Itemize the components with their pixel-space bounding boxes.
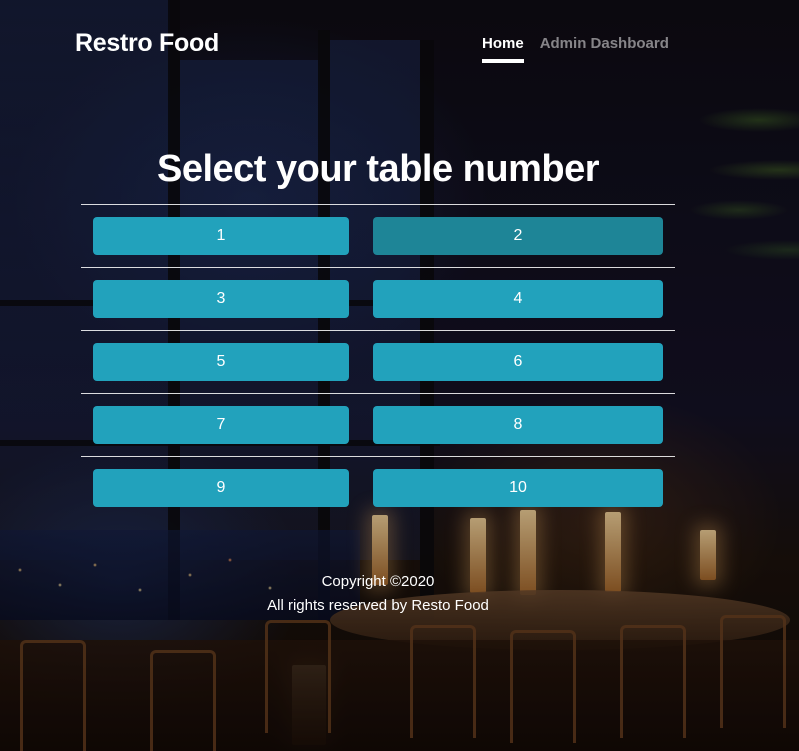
table-button-5[interactable]: 5 (93, 343, 349, 381)
table-button-10[interactable]: 10 (373, 469, 663, 507)
footer-rights: All rights reserved by Resto Food (267, 597, 489, 614)
table-selection-grid: 1 2 3 4 5 6 7 8 9 10 (81, 204, 675, 519)
table-row: 5 6 (81, 330, 675, 393)
table-button-4[interactable]: 4 (373, 280, 663, 318)
table-button-9[interactable]: 9 (93, 469, 349, 507)
table-button-2[interactable]: 2 (373, 217, 663, 255)
main-nav: Home Admin Dashboard (482, 35, 669, 63)
table-row: 3 4 (81, 267, 675, 330)
table-button-7[interactable]: 7 (93, 406, 349, 444)
table-button-1[interactable]: 1 (93, 217, 349, 255)
nav-link-admin-dashboard[interactable]: Admin Dashboard (540, 35, 669, 63)
table-button-8[interactable]: 8 (373, 406, 663, 444)
table-row: 7 8 (81, 393, 675, 456)
nav-link-home[interactable]: Home (482, 35, 524, 63)
navbar: Restro Food Home Admin Dashboard (0, 0, 799, 90)
footer: Copyright ©2020 All rights reserved by R… (178, 570, 578, 618)
table-button-3[interactable]: 3 (93, 280, 349, 318)
page-title: Select your table number (156, 148, 600, 190)
brand-logo-text[interactable]: Restro Food (75, 29, 219, 58)
table-row: 9 10 (81, 456, 675, 519)
table-row: 1 2 (81, 204, 675, 267)
table-button-6[interactable]: 6 (373, 343, 663, 381)
footer-copyright: Copyright ©2020 (321, 573, 435, 590)
